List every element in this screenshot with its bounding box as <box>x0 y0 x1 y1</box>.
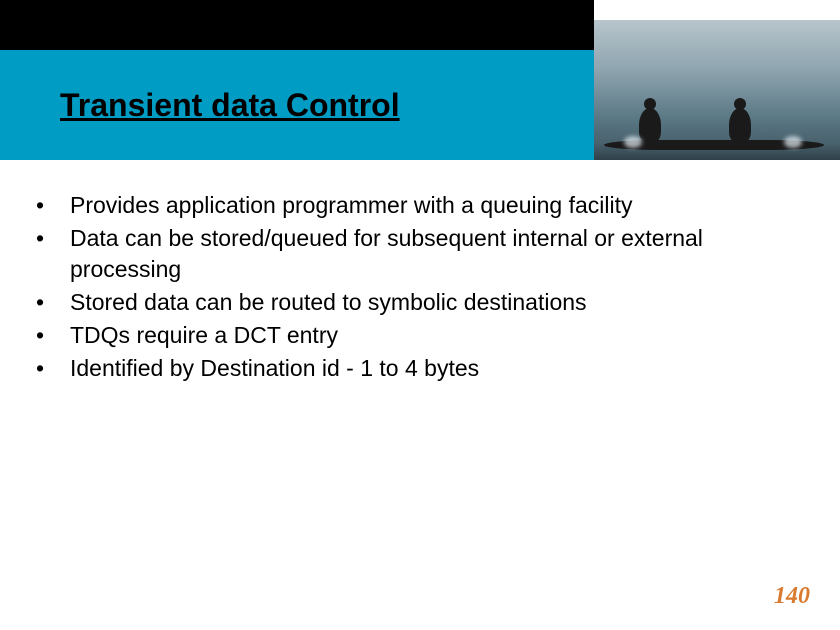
header-image <box>594 20 840 160</box>
page-number: 140 <box>774 583 810 610</box>
bullet-text: Data can be stored/queued for subsequent… <box>70 223 810 285</box>
slide-title: Transient data Control <box>60 87 400 124</box>
bullet-text: Stored data can be routed to symbolic de… <box>70 287 810 318</box>
header-cyan-band: Transient data Control <box>0 50 594 160</box>
rower-icon <box>639 108 661 142</box>
slide-header: Transient data Control <box>0 0 840 160</box>
bullet-marker-icon: • <box>30 287 70 318</box>
list-item: • Stored data can be routed to symbolic … <box>30 287 810 318</box>
bullet-text: Provides application programmer with a q… <box>70 190 810 221</box>
list-item: • Data can be stored/queued for subseque… <box>30 223 810 285</box>
list-item: • Identified by Destination id - 1 to 4 … <box>30 353 810 384</box>
bullet-marker-icon: • <box>30 223 70 254</box>
bullet-marker-icon: • <box>30 353 70 384</box>
splash-icon <box>624 136 642 148</box>
bullet-marker-icon: • <box>30 190 70 221</box>
list-item: • TDQs require a DCT entry <box>30 320 810 351</box>
slide-content: • Provides application programmer with a… <box>0 160 840 384</box>
bullet-list: • Provides application programmer with a… <box>30 190 810 384</box>
list-item: • Provides application programmer with a… <box>30 190 810 221</box>
header-black-band <box>0 0 594 50</box>
splash-icon <box>784 136 802 148</box>
bullet-text: Identified by Destination id - 1 to 4 by… <box>70 353 810 384</box>
rower-icon <box>729 108 751 142</box>
bullet-text: TDQs require a DCT entry <box>70 320 810 351</box>
bullet-marker-icon: • <box>30 320 70 351</box>
